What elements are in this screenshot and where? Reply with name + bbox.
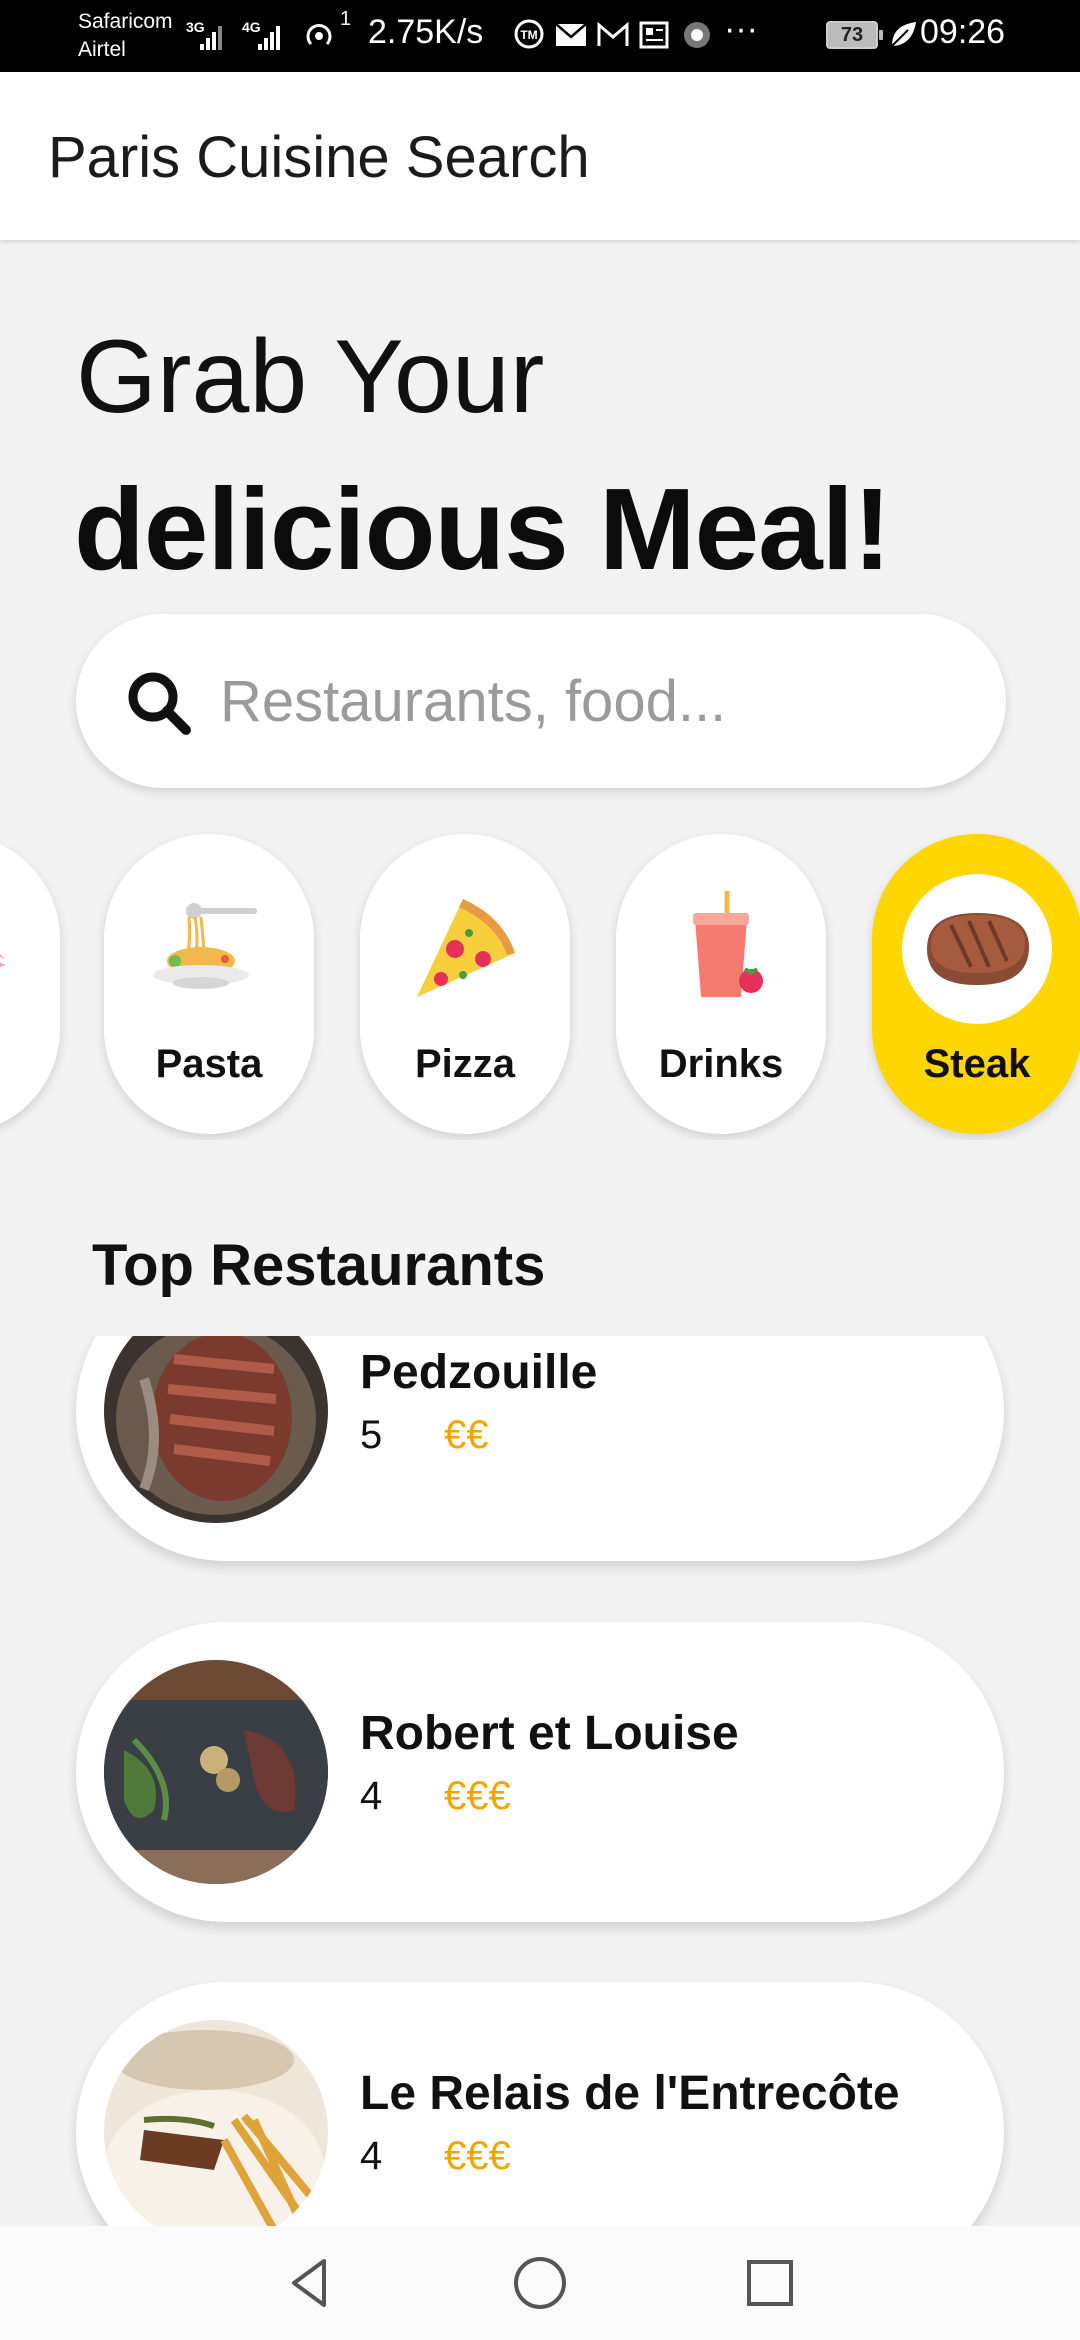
back-icon[interactable] (280, 2253, 340, 2313)
news-icon (639, 21, 669, 49)
category-label: Steak (923, 1042, 1031, 1086)
home-icon[interactable] (510, 2253, 570, 2313)
carrier-1: Safaricom (78, 10, 173, 33)
battery-indicator: 73 (826, 21, 878, 49)
category-label: Pasta (155, 1042, 263, 1086)
net-label-1: 3G (186, 19, 205, 35)
restaurant-photo (104, 1336, 328, 1523)
restaurant-rating: 5 (360, 1413, 383, 1457)
drinks-icon (693, 891, 763, 997)
app-title: Paris Cuisine Search (48, 125, 590, 190)
restaurant-price: €€€ (444, 2134, 511, 2178)
search-icon[interactable] (120, 664, 200, 744)
net-label-2: 4G (242, 19, 261, 35)
category-dessert[interactable]: rt (0, 834, 60, 1134)
section-title: Top Restaurants (92, 1233, 546, 1298)
restaurant-photo (104, 1660, 328, 1884)
category-pasta[interactable]: Pasta (104, 834, 314, 1134)
restaurant-card[interactable]: Robert et Louise 4 €€€ (76, 1622, 1004, 1922)
signal-3g-icon: 3G (186, 19, 222, 50)
category-pizza[interactable]: Pizza (360, 834, 570, 1134)
restaurant-rating: 4 (360, 2134, 383, 2178)
restaurant-price: €€€ (444, 1774, 511, 1818)
restaurant-card[interactable]: Pedzouille 5 €€ (76, 1336, 1004, 1561)
restaurant-list[interactable]: Pedzouille 5 €€ Robert et Louise 4 €€€ L… (0, 1336, 1080, 2226)
carrier-names: Safaricom Airtel (78, 8, 173, 64)
svg-text:TM: TM (520, 28, 537, 42)
leaf-icon (891, 22, 916, 47)
recents-icon[interactable] (740, 2253, 800, 2313)
category-carousel[interactable]: rt Pasta Pizza (0, 830, 1080, 1140)
battery-tip (879, 30, 883, 40)
steak-icon (927, 913, 1029, 985)
tm-icon: TM (514, 19, 544, 49)
search-bar[interactable] (76, 614, 1006, 788)
dessert-icon (0, 954, 11, 967)
restaurant-photo (104, 2020, 328, 2226)
restaurant-price: €€ (444, 1413, 489, 1457)
carrier-2: Airtel (78, 38, 126, 61)
hotspot-icon (306, 24, 332, 46)
pizza-icon (417, 899, 515, 997)
restaurant-card[interactable]: Le Relais de l'Entrecôte 4 €€€ (76, 1982, 1004, 2226)
clock: 09:26 (920, 13, 1006, 51)
app-notification-icon (684, 22, 710, 48)
restaurant-name: Pedzouille (360, 1346, 598, 1399)
restaurant-name: Robert et Louise (360, 1707, 739, 1760)
category-drinks[interactable]: Drinks (616, 834, 826, 1134)
search-input[interactable] (220, 656, 960, 746)
hero-line-1: Grab Your (76, 319, 545, 435)
signal-4g-icon: 4G (242, 19, 280, 50)
system-nav-bar (0, 2226, 1080, 2340)
category-steak[interactable]: Steak (872, 834, 1080, 1134)
category-label: rt (0, 1042, 60, 1087)
gmail-icon (597, 21, 629, 46)
restaurant-name: Le Relais de l'Entrecôte (360, 2067, 900, 2120)
pasta-icon (153, 903, 257, 989)
hero-line-2: delicious Meal! (74, 464, 892, 594)
restaurant-rating: 4 (360, 1774, 383, 1818)
hotspot-count: 1 (340, 8, 352, 30)
category-label: Drinks (658, 1042, 784, 1086)
mail-icon (555, 23, 587, 46)
network-speed: 2.75K/s (368, 13, 484, 51)
status-bar: Safaricom Airtel 3G 4G 1 2.75K/s TM ··· … (0, 0, 1080, 72)
app-bar: Paris Cuisine Search (0, 72, 1080, 240)
more-notifications: ··· (724, 10, 758, 48)
category-label: Pizza (414, 1042, 516, 1086)
